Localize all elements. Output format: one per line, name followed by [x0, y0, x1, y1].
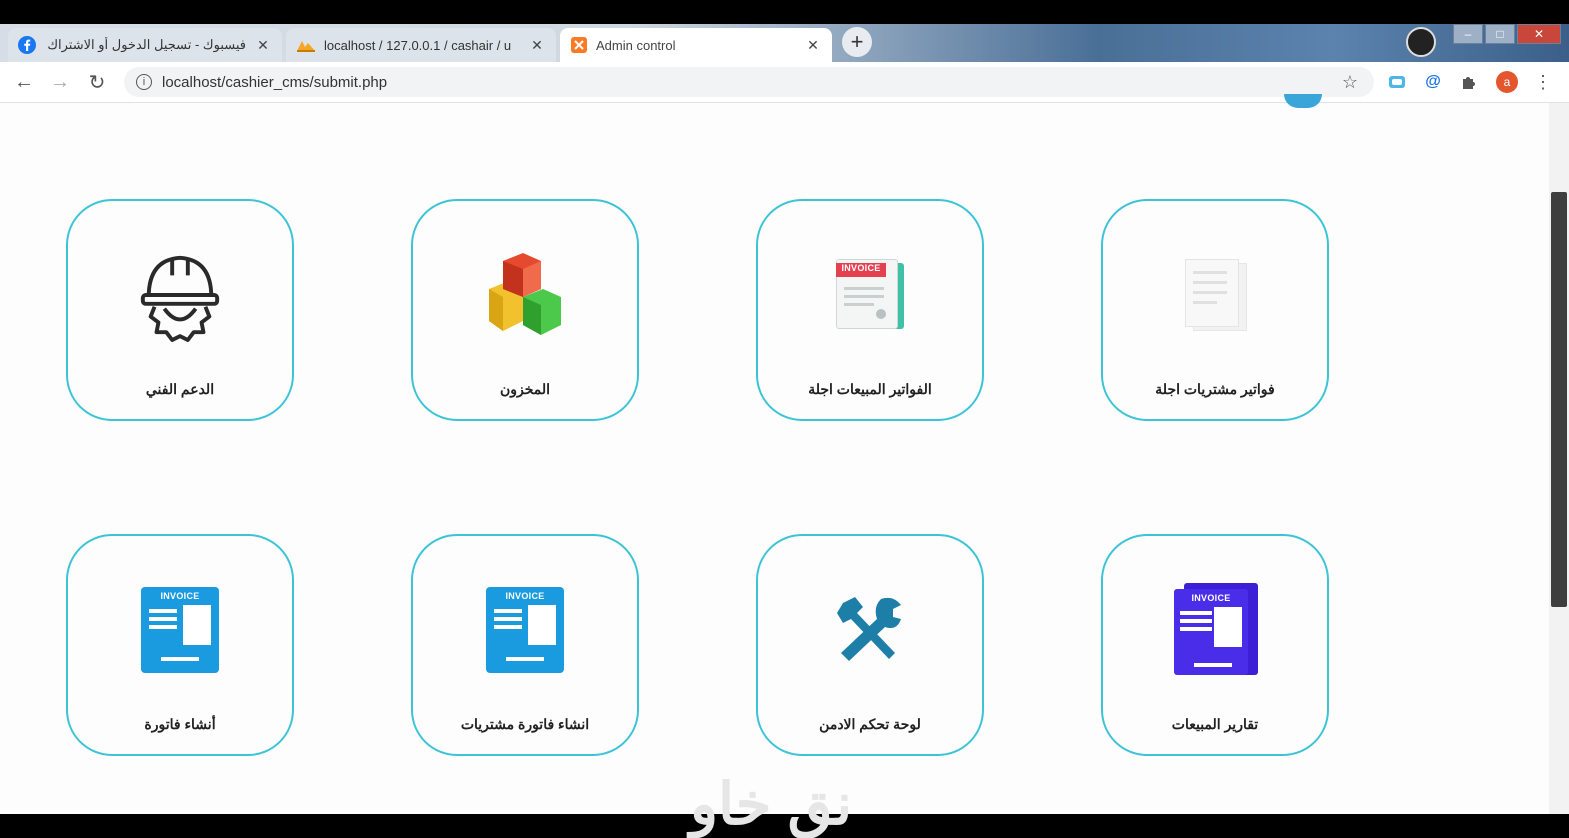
- avatar[interactable]: a: [1496, 71, 1518, 93]
- close-icon[interactable]: ✕: [254, 37, 272, 54]
- card-admin-dashboard[interactable]: لوحة تحكم الادمن: [756, 534, 984, 756]
- tab-admin-control[interactable]: Admin control ✕: [560, 28, 832, 62]
- extensions-puzzle-icon[interactable]: [1458, 71, 1480, 93]
- reload-icon[interactable]: ↻: [85, 70, 109, 94]
- card-label: الفواتير المبيعات اجلة: [808, 381, 932, 397]
- channel-watermark-logo: نق خاو: [690, 772, 853, 837]
- card-label: فواتير مشتريات اجلة: [1155, 381, 1275, 397]
- invoice-badge: INVOICE: [1191, 593, 1231, 603]
- toolbar: ← → ↻ i localhost/cashier_cms/submit.php…: [0, 62, 1569, 103]
- card-deferred-purchase-invoices[interactable]: فواتير مشتريات اجلة: [1101, 199, 1329, 421]
- star-icon[interactable]: ☆: [1342, 72, 1358, 93]
- address-bar[interactable]: i localhost/cashier_cms/submit.php ☆: [124, 67, 1374, 97]
- card-label: الدعم الفني: [145, 381, 215, 397]
- sales-invoice-icon: INVOICE: [825, 245, 915, 345]
- menu-kebab-icon[interactable]: ⋮: [1532, 71, 1554, 93]
- create-purchase-invoice-icon: INVOICE: [480, 580, 570, 680]
- card-technical-support[interactable]: الدعم الفني: [66, 199, 294, 421]
- invoice-badge: INVOICE: [160, 591, 200, 601]
- url-text: localhost/cashier_cms/submit.php: [162, 73, 388, 91]
- admin-tools-icon: [825, 580, 915, 680]
- new-tab-button[interactable]: +: [842, 27, 872, 57]
- tab-title: Admin control: [596, 37, 676, 53]
- tab-title: فيسبوك - تسجيل الدخول أو الاشتراك: [47, 37, 246, 52]
- tab-strip: فيسبوك - تسجيل الدخول أو الاشتراك ✕ loca…: [0, 24, 1569, 62]
- chrome-profile-icon[interactable]: [1406, 27, 1436, 57]
- close-icon[interactable]: ✕: [528, 37, 546, 54]
- invoice-badge: INVOICE: [841, 263, 881, 273]
- close-window-button[interactable]: ✕: [1517, 24, 1561, 44]
- invoice-badge: INVOICE: [505, 591, 545, 601]
- screen-top-border: [0, 0, 1569, 24]
- minimize-button[interactable]: –: [1453, 24, 1483, 44]
- create-invoice-icon: INVOICE: [135, 580, 225, 680]
- card-create-invoice[interactable]: INVOICE أنشاء فاتورة: [66, 534, 294, 756]
- tab-title: localhost / 127.0.0.1 / cashair / u: [324, 37, 512, 53]
- phpmyadmin-icon: [297, 41, 315, 52]
- card-label: لوحة تحكم الادمن: [819, 716, 921, 732]
- back-arrow-icon[interactable]: ←: [12, 70, 36, 94]
- tab-phpmyadmin[interactable]: localhost / 127.0.0.1 / cashair / u ✕: [286, 28, 556, 62]
- card-sales-reports[interactable]: INVOICE تقارير المبيعات: [1101, 534, 1329, 756]
- card-inventory[interactable]: المخزون: [411, 199, 639, 421]
- forward-arrow-icon[interactable]: →: [48, 70, 72, 94]
- scrollbar-thumb[interactable]: [1551, 192, 1567, 607]
- purchase-invoice-faded-icon: [1170, 245, 1260, 345]
- card-label: انشاء فاتورة مشتريات: [460, 716, 590, 732]
- card-create-purchase-invoice[interactable]: INVOICE انشاء فاتورة مشتريات: [411, 534, 639, 756]
- close-icon[interactable]: ✕: [804, 37, 822, 54]
- card-deferred-sales-invoices[interactable]: INVOICE الفواتير المبيعات اجلة: [756, 199, 984, 421]
- card-label: المخزون: [499, 381, 551, 397]
- tab-facebook[interactable]: فيسبوك - تسجيل الدخول أو الاشتراك ✕: [8, 28, 282, 62]
- inventory-boxes-icon: [480, 245, 570, 345]
- maximize-button[interactable]: □: [1485, 24, 1515, 44]
- xampp-icon: [571, 37, 587, 53]
- card-label: أنشاء فاتورة: [144, 716, 216, 732]
- support-helmet-gear-icon: [135, 245, 225, 345]
- extension-translate-icon[interactable]: [1386, 71, 1408, 93]
- info-icon[interactable]: i: [136, 74, 152, 90]
- window-controls: – □ ✕: [1453, 24, 1561, 44]
- card-label: تقارير المبيعات: [1171, 716, 1259, 732]
- facebook-icon: [18, 36, 36, 54]
- extension-email-icon[interactable]: @: [1422, 71, 1444, 93]
- sales-report-invoice-icon: INVOICE: [1170, 580, 1260, 680]
